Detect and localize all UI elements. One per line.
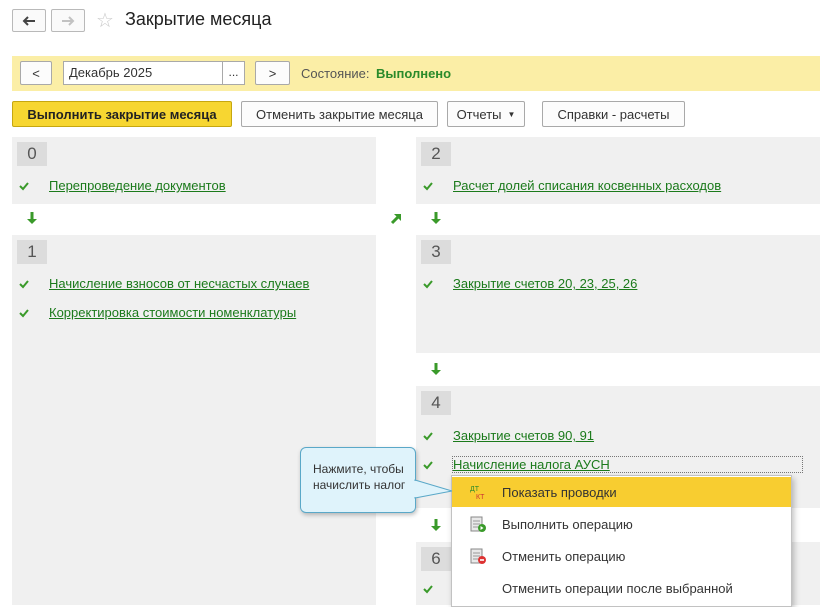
tooltip-pointer xyxy=(414,479,453,499)
check-icon xyxy=(19,279,29,288)
arrow-down-icon xyxy=(431,363,441,375)
svg-text:ДТ: ДТ xyxy=(470,486,480,493)
reports-dropdown-button[interactable]: Отчеты ▼ xyxy=(447,101,525,127)
operation-row[interactable]: Расчет долей списания косвенных расходов xyxy=(422,178,721,193)
cancel-month-close-button[interactable]: Отменить закрытие месяца xyxy=(241,101,438,127)
run-month-close-button[interactable]: Выполнить закрытие месяца xyxy=(12,101,232,127)
menu-item-cancel-after-selected[interactable]: Отменить операции после выбранной xyxy=(452,573,791,603)
operation-link[interactable]: Корректировка стоимости номенклатуры xyxy=(49,305,296,320)
cancel-operation-icon xyxy=(468,546,488,566)
tooltip: Нажмите, чтобы начислить налог xyxy=(300,447,416,513)
operation-row[interactable] xyxy=(422,583,453,595)
stage-number: 0 xyxy=(17,142,47,166)
operation-link[interactable]: Перепроведение документов xyxy=(49,178,226,193)
arrow-right-icon xyxy=(62,15,75,26)
stage-number: 4 xyxy=(421,391,451,415)
star-icon[interactable]: ☆ xyxy=(96,8,114,33)
check-icon xyxy=(423,431,433,440)
context-menu: ДТ КТ Показать проводки Выполнить операци… xyxy=(451,475,792,607)
arrow-down-icon xyxy=(431,519,441,531)
operation-row[interactable]: Начисление взносов от несчастых случаев xyxy=(18,276,309,291)
stage-panel-2 xyxy=(416,137,820,204)
menu-item-cancel-operation[interactable]: Отменить операцию xyxy=(452,541,791,571)
operation-link[interactable]: Начисление налога АУСН xyxy=(452,456,803,473)
operation-row[interactable]: Корректировка стоимости номенклатуры xyxy=(18,305,296,320)
period-select-button[interactable]: ... xyxy=(223,61,245,85)
menu-item-label: Отменить операции после выбранной xyxy=(502,580,733,596)
menu-item-show-entries[interactable]: ДТ КТ Показать проводки xyxy=(452,477,791,507)
reports-label: Отчеты xyxy=(456,106,502,122)
run-operation-icon xyxy=(468,514,488,534)
arrow-up-right-icon xyxy=(390,214,401,225)
stage-panel-0 xyxy=(12,137,376,204)
menu-item-label: Отменить операцию xyxy=(502,548,626,564)
stage-number: 1 xyxy=(17,240,47,264)
state-value: Выполнено xyxy=(376,66,452,81)
operation-link[interactable]: Закрытие счетов 20, 23, 25, 26 xyxy=(453,276,637,291)
stage-number: 3 xyxy=(421,240,451,264)
prev-period-button[interactable]: < xyxy=(20,61,52,85)
arrow-left-icon xyxy=(22,15,35,26)
operation-row[interactable]: Закрытие счетов 20, 23, 25, 26 xyxy=(422,276,637,291)
period-field[interactable]: Декабрь 2025 xyxy=(63,61,223,85)
operation-link[interactable]: Начисление взносов от несчастых случаев xyxy=(49,276,309,291)
check-icon xyxy=(423,181,433,190)
check-icon xyxy=(423,460,433,469)
operation-row-selected[interactable]: Начисление налога АУСН xyxy=(422,456,803,473)
forward-button[interactable] xyxy=(51,9,85,32)
menu-item-label: Показать проводки xyxy=(502,484,617,500)
stage-number: 2 xyxy=(421,142,451,166)
dt-kt-icon: ДТ КТ xyxy=(468,482,488,502)
operation-row[interactable]: Закрытие счетов 90, 91 xyxy=(422,428,594,443)
check-icon xyxy=(19,181,29,190)
check-icon xyxy=(423,279,433,288)
svg-text:КТ: КТ xyxy=(476,494,485,501)
menu-item-run-operation[interactable]: Выполнить операцию xyxy=(452,509,791,539)
state-label: Состояние: xyxy=(301,66,370,81)
operation-row[interactable]: Перепроведение документов xyxy=(18,178,226,193)
operation-link[interactable]: Закрытие счетов 90, 91 xyxy=(453,428,594,443)
check-icon xyxy=(19,308,29,317)
arrow-down-icon xyxy=(431,212,441,224)
page-title: Закрытие месяца xyxy=(125,9,272,29)
chevron-down-icon: ▼ xyxy=(507,109,516,119)
next-period-button[interactable]: > xyxy=(255,61,290,85)
check-icon xyxy=(423,585,433,594)
stage-panel-3 xyxy=(416,235,820,353)
stage-number: 6 xyxy=(421,547,451,571)
menu-item-label: Выполнить операцию xyxy=(502,516,633,532)
operation-link[interactable]: Расчет долей списания косвенных расходов xyxy=(453,178,721,193)
arrow-down-icon xyxy=(27,212,37,224)
references-button[interactable]: Справки - расчеты xyxy=(542,101,685,127)
back-button[interactable] xyxy=(12,9,46,32)
